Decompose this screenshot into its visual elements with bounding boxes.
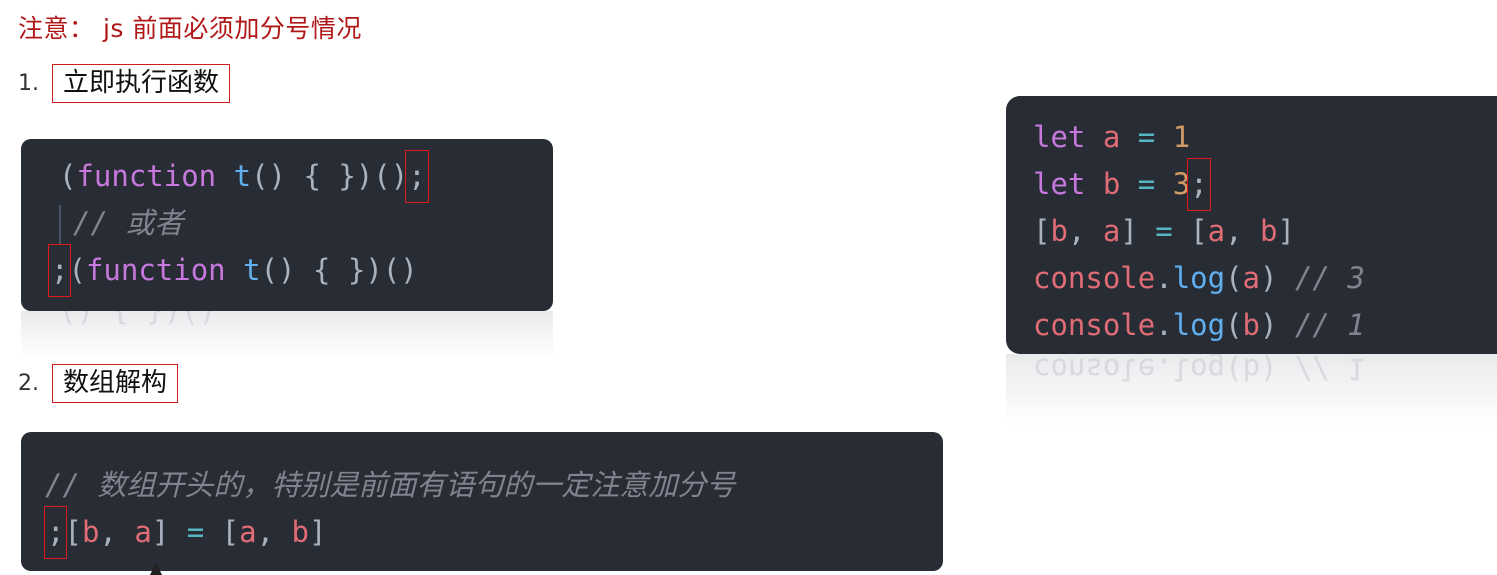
code-line: // 数组开头的，特别是前面有语句的一定注意加分号 [45,462,943,509]
code-comment: // 或者 [73,206,184,240]
semicolon-highlight: ; [1187,158,1211,211]
code-line: // 或者 [59,200,553,247]
page-title: 注意： js 前面必须加分号情况 [18,14,362,43]
reflection-text: console.log(b) // 1 [1033,354,1365,386]
code-block-destructure: // 数组开头的，特别是前面有语句的一定注意加分号 ;[b, a] = [a, … [21,432,943,571]
code-block-iife: (function t() { })(); // 或者 ;(function t… [21,139,553,311]
reflection-text: () { })() [59,311,217,329]
code-line: console.log(a) // 3 [1033,261,1365,295]
code-block-example: let a = 1 let b = 3; [b, a] = [a, b] con… [1006,96,1497,354]
list-item-label: 数组解构 [52,364,179,404]
code-line: [b, a] = [a, b] [1033,214,1295,248]
code-line: let a = 1 [1033,120,1191,154]
list-number: 1. [18,71,39,97]
list-item-label: 立即执行函数 [52,64,231,104]
semicolon-highlight: ; [405,150,429,203]
code-line: ;(function t() { })() [47,244,553,297]
code-reflection: console.log(b) // 1 [1006,354,1497,426]
list-number: 2. [18,371,39,397]
code-line: let b = 3; [1033,158,1497,211]
mouse-cursor-icon [150,562,162,575]
list-item-iife: 1. 立即执行函数 [18,64,231,104]
code-comment: // 数组开头的，特别是前面有语句的一定注意加分号 [45,468,736,502]
code-line: ;[b, a] = [a, b] [43,506,943,559]
semicolon-highlight: ; [43,506,68,559]
list-item-destructure: 2. 数组解构 [18,364,179,404]
indent-guide [59,205,61,245]
code-line: console.log(b) // 1 [1033,308,1365,342]
semicolon-highlight: ; [47,244,72,297]
code-line: (function t() { })(); [59,150,553,203]
code-reflection: () { })() [21,311,553,359]
